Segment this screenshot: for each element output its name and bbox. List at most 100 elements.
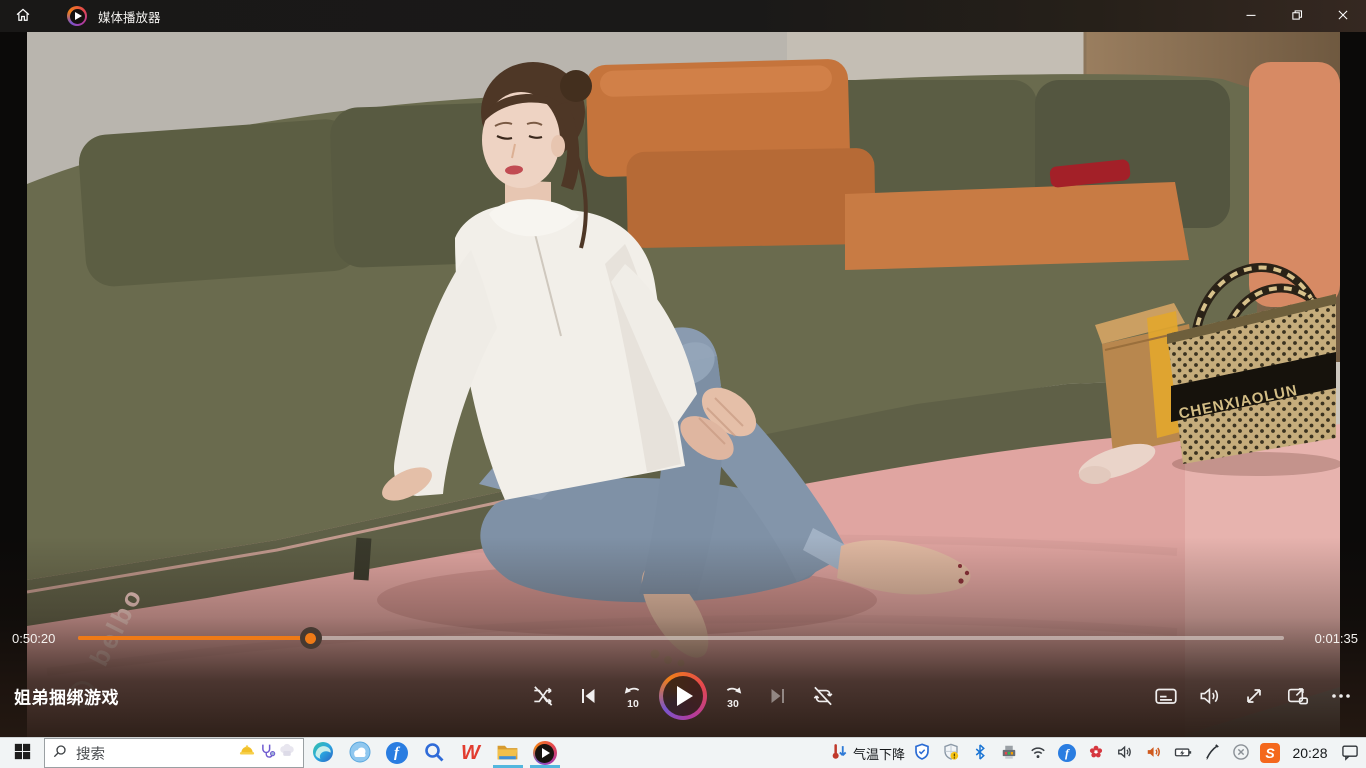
player-window: CHENXIAOLUN xyxy=(0,32,1366,737)
window-controls xyxy=(1228,0,1366,32)
media-title: 姐弟捆绑游戏 xyxy=(14,684,119,709)
taskbar-app-format-factory[interactable]: f xyxy=(378,738,415,768)
seek-fill xyxy=(78,636,311,640)
shuffle-off-icon xyxy=(530,683,556,709)
right-controls xyxy=(1146,677,1360,715)
format-factory-icon: f xyxy=(386,742,408,764)
app-title: 媒体播放器 xyxy=(98,7,161,26)
taskbar-app-cloud-browser[interactable] xyxy=(341,738,378,768)
sync-disabled-tray[interactable] xyxy=(1229,738,1253,768)
minimize-icon xyxy=(1242,6,1260,27)
windows-logo-icon xyxy=(14,743,31,763)
shield-icon xyxy=(912,742,932,765)
play-button[interactable] xyxy=(659,672,707,720)
system-volume-tray[interactable] xyxy=(1113,738,1137,768)
player-controls-overlay: 0:50:20 0:01:35 姐弟捆绑游戏 xyxy=(0,537,1366,737)
taskbar-app-media-player[interactable] xyxy=(526,738,563,768)
thermometer-icon xyxy=(829,742,849,765)
subtitles-icon xyxy=(1153,683,1179,709)
notifications-tray[interactable] xyxy=(1338,738,1362,768)
defender-shield-alert-icon xyxy=(941,742,961,765)
control-row: 姐弟捆绑游戏 10 xyxy=(0,670,1366,722)
taskbar-app-file-explorer[interactable] xyxy=(489,738,526,768)
pen-tray[interactable] xyxy=(1200,738,1224,768)
printer-tray[interactable] xyxy=(997,738,1021,768)
fullscreen-button[interactable] xyxy=(1234,677,1274,715)
printer-icon xyxy=(999,742,1019,765)
next-button[interactable] xyxy=(759,677,797,715)
sogou-letter: S xyxy=(1265,745,1274,761)
previous-button[interactable] xyxy=(569,677,607,715)
sogou-input-tray[interactable]: S xyxy=(1258,738,1282,768)
security-shield-tray[interactable] xyxy=(910,738,934,768)
format-factory-letter: f xyxy=(394,745,399,762)
seek-thumb[interactable] xyxy=(300,627,322,649)
bluetooth-tray[interactable] xyxy=(968,738,992,768)
mini-player-button[interactable] xyxy=(1278,677,1318,715)
seek-bar[interactable] xyxy=(78,626,1284,650)
notifications-icon xyxy=(1340,742,1360,765)
taskbar-app-wps[interactable]: W xyxy=(452,738,489,768)
magnifier-app-icon xyxy=(422,740,446,767)
circle-x-icon xyxy=(1231,742,1251,765)
volume-button[interactable] xyxy=(1190,677,1230,715)
time-elapsed: 0:50:20 xyxy=(12,631,74,646)
next-icon xyxy=(766,684,790,708)
search-decorations xyxy=(238,742,296,765)
search-icon xyxy=(52,743,68,764)
subtitles-button[interactable] xyxy=(1146,677,1186,715)
file-explorer-icon xyxy=(495,739,520,767)
skip-back-button[interactable]: 10 xyxy=(614,677,652,715)
clock-text: 20:28 xyxy=(1287,745,1333,761)
search-placeholder: 搜索 xyxy=(76,743,230,764)
format-factory-tray[interactable]: f xyxy=(1055,738,1079,768)
taskbar: 搜索 f W xyxy=(0,737,1366,768)
wps-icon: W xyxy=(461,742,480,765)
stethoscope-icon xyxy=(258,742,276,765)
play-icon xyxy=(677,686,693,706)
media-player-icon xyxy=(533,741,557,765)
shuffle-button[interactable] xyxy=(524,677,562,715)
skip-forward-button[interactable]: 30 xyxy=(714,677,752,715)
fullscreen-icon xyxy=(1241,683,1267,709)
defender-alert-tray[interactable] xyxy=(939,738,963,768)
bluetooth-icon xyxy=(971,743,989,764)
seek-row: 0:50:20 0:01:35 xyxy=(0,626,1366,650)
volume-icon xyxy=(1197,683,1223,709)
center-controls: 10 30 xyxy=(524,672,842,720)
format-factory-tray-icon: f xyxy=(1058,744,1076,762)
restore-icon xyxy=(1288,6,1306,27)
volume-outline-icon xyxy=(1115,742,1135,765)
taskbar-app-search-tool[interactable] xyxy=(415,738,452,768)
clock-tray[interactable]: 20:28 xyxy=(1287,738,1333,768)
red-flower-icon xyxy=(1087,743,1105,764)
repeat-button[interactable] xyxy=(804,677,842,715)
skip-back-label: 10 xyxy=(627,698,639,710)
restore-button[interactable] xyxy=(1274,0,1320,32)
close-button[interactable] xyxy=(1320,0,1366,32)
weather-tray-button[interactable]: 气温下降 xyxy=(829,738,905,768)
previous-icon xyxy=(576,684,600,708)
wifi-tray[interactable] xyxy=(1026,738,1050,768)
minimize-button[interactable] xyxy=(1228,0,1274,32)
search-input[interactable]: 搜索 xyxy=(44,738,304,768)
screen: 媒体播放器 xyxy=(0,0,1366,768)
chef-hat-icon xyxy=(278,742,296,765)
more-options-button[interactable] xyxy=(1322,677,1360,715)
weather-text: 气温下降 xyxy=(853,744,905,763)
volume-orange-icon xyxy=(1144,742,1164,765)
skip-forward-label: 30 xyxy=(727,698,739,710)
battery-tray[interactable] xyxy=(1171,738,1195,768)
media-flower-tray[interactable] xyxy=(1084,738,1108,768)
pen-icon xyxy=(1202,742,1222,765)
cloud-browser-icon xyxy=(348,740,372,767)
more-options-icon xyxy=(1329,684,1353,708)
taskbar-app-edge[interactable] xyxy=(304,738,341,768)
close-icon xyxy=(1334,6,1352,27)
app-volume-tray[interactable] xyxy=(1142,738,1166,768)
home-icon xyxy=(14,6,32,27)
time-remaining: 0:01:35 xyxy=(1298,631,1358,646)
titlebar: 媒体播放器 xyxy=(0,0,1366,32)
home-button[interactable] xyxy=(3,0,43,32)
start-button[interactable] xyxy=(0,738,44,768)
